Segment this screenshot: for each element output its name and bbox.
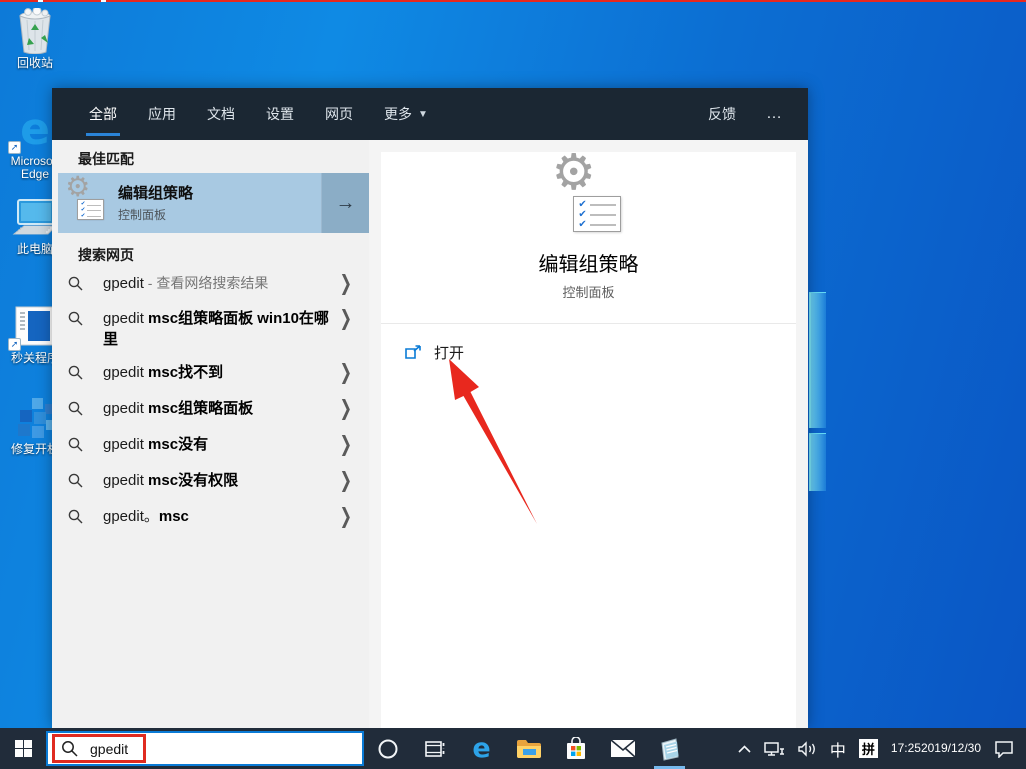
file-explorer-button[interactable] bbox=[505, 728, 552, 769]
taskbar: gpedit e 中 拼 17:25 2019/12/30 bbox=[0, 728, 1026, 769]
group-policy-icon: ⚙ ✔ ✔ ✔ bbox=[65, 170, 104, 221]
notepad-active-app-button[interactable] bbox=[646, 728, 693, 769]
chevron-right-icon: ❯ bbox=[340, 504, 353, 528]
notepad-icon bbox=[658, 737, 682, 761]
mail-envelope-icon bbox=[609, 739, 636, 758]
gear-icon: ⚙ bbox=[65, 169, 91, 203]
shortcut-arrow-icon: ➚ bbox=[8, 338, 21, 351]
desktop-icon-label: 回收站 bbox=[16, 56, 53, 70]
tab-documents[interactable]: 文档 bbox=[196, 88, 246, 140]
search-tabs-bar: 全部 应用 文档 设置 网页 更多 ▼ 反馈 … bbox=[52, 88, 808, 140]
preview-subtitle: 控制面板 bbox=[562, 285, 615, 300]
folder-icon bbox=[516, 738, 542, 760]
search-flyout-panel: 全部 应用 文档 设置 网页 更多 ▼ 反馈 … 最佳匹配 ⚙ ✔ ✔ ✔ 编辑… bbox=[52, 88, 808, 728]
web-search-header: 搜索网页 bbox=[78, 247, 134, 263]
best-match-title: 编辑组策略 bbox=[118, 184, 194, 202]
tab-all[interactable]: 全部 bbox=[78, 88, 128, 140]
wallpaper-light-beam bbox=[809, 433, 826, 491]
search-suggestion[interactable]: gpedit - 查看网络搜索结果 ❯ bbox=[52, 273, 369, 294]
start-button[interactable] bbox=[0, 728, 46, 769]
search-suggestion[interactable]: gpedit msc组策略面板 ❯ bbox=[52, 398, 369, 419]
search-suggestion[interactable]: gpedit msc没有权限 ❯ bbox=[52, 470, 369, 491]
best-match-header: 最佳匹配 bbox=[78, 151, 134, 167]
search-icon bbox=[68, 509, 83, 524]
chevron-right-icon: ❯ bbox=[340, 360, 353, 384]
preview-pane: ⚙ ✔ ✔ ✔ 编辑组策略 控制面板 打开 bbox=[369, 140, 808, 728]
windows-logo-icon bbox=[14, 740, 32, 757]
clock-time: 17:25 bbox=[890, 741, 921, 755]
right-arrow-icon: → bbox=[335, 191, 356, 214]
annotation-red-box bbox=[52, 734, 146, 763]
search-icon bbox=[68, 473, 83, 488]
edge-taskbar-button[interactable]: e bbox=[458, 728, 505, 769]
chevron-right-icon: ❯ bbox=[340, 306, 353, 330]
tab-settings[interactable]: 设置 bbox=[255, 88, 305, 140]
search-icon bbox=[68, 437, 83, 452]
network-icon[interactable] bbox=[764, 740, 785, 757]
mail-button[interactable] bbox=[599, 728, 646, 769]
best-match-result-gpedit[interactable]: ⚙ ✔ ✔ ✔ 编辑组策略 控制面板 → bbox=[58, 170, 369, 233]
taskbar-search-input[interactable]: gpedit bbox=[46, 731, 364, 766]
desktop-icon-recycle-bin[interactable]: 回收站 bbox=[2, 8, 68, 70]
annotation-red-line-gap bbox=[101, 0, 106, 2]
chevron-down-icon: ▼ bbox=[418, 108, 428, 120]
cortana-button[interactable] bbox=[364, 728, 411, 769]
edge-icon: e bbox=[472, 733, 491, 764]
search-icon bbox=[68, 311, 83, 326]
task-view-button[interactable] bbox=[411, 728, 458, 769]
chevron-right-icon: ❯ bbox=[340, 432, 353, 456]
expand-result-arrow-button[interactable]: → bbox=[321, 173, 369, 233]
annotation-red-line-gap bbox=[38, 0, 43, 2]
tab-more[interactable]: 更多 ▼ bbox=[373, 88, 439, 140]
microsoft-store-button[interactable] bbox=[552, 728, 599, 769]
checklist-icon: ✔ ✔ ✔ bbox=[573, 195, 621, 232]
recycle-bin-icon bbox=[2, 8, 68, 54]
shortcut-arrow-icon: ➚ bbox=[8, 141, 21, 154]
ime-language-indicator[interactable]: 中 bbox=[830, 737, 846, 761]
ime-mode-indicator[interactable]: 拼 bbox=[858, 739, 878, 758]
search-icon bbox=[68, 276, 83, 291]
tab-web[interactable]: 网页 bbox=[314, 88, 364, 140]
checklist-icon: ✔ ✔ ✔ bbox=[77, 199, 104, 220]
chevron-right-icon: ❯ bbox=[340, 271, 353, 295]
options-ellipsis-button[interactable]: … bbox=[766, 105, 784, 123]
tray-expand-chevron[interactable] bbox=[738, 744, 751, 753]
volume-icon[interactable] bbox=[798, 740, 817, 757]
action-center-icon[interactable] bbox=[994, 740, 1014, 758]
annotation-red-line bbox=[0, 0, 1026, 2]
search-icon bbox=[68, 401, 83, 416]
divider bbox=[381, 323, 796, 324]
search-suggestion[interactable]: gpedit msc没有 ❯ bbox=[52, 434, 369, 455]
gear-icon: ⚙ bbox=[551, 142, 597, 201]
feedback-button[interactable]: 反馈 bbox=[708, 104, 736, 124]
clock-date: 2019/12/30 bbox=[920, 741, 981, 755]
clock[interactable]: 17:25 2019/12/30 bbox=[891, 741, 981, 756]
cortana-circle-icon bbox=[377, 738, 399, 760]
preview-title: 编辑组策略 bbox=[538, 254, 639, 276]
tab-apps[interactable]: 应用 bbox=[137, 88, 187, 140]
search-suggestion[interactable]: gpedit msc找不到 ❯ bbox=[52, 362, 369, 383]
chevron-right-icon: ❯ bbox=[340, 396, 353, 420]
open-action-label: 打开 bbox=[434, 345, 465, 362]
open-external-icon bbox=[405, 345, 422, 360]
chevron-right-icon: ❯ bbox=[340, 468, 353, 492]
search-suggestion[interactable]: gpedit。msc ❯ bbox=[52, 506, 369, 527]
task-view-icon bbox=[424, 739, 446, 759]
search-icon bbox=[68, 365, 83, 380]
best-match-subtitle: 控制面板 bbox=[118, 207, 167, 222]
open-action[interactable]: 打开 bbox=[405, 342, 464, 363]
search-suggestion[interactable]: gpedit msc组策略面板 win10在哪里 ❯ bbox=[52, 308, 369, 350]
store-bag-icon bbox=[564, 736, 588, 761]
wallpaper-light-beam bbox=[809, 292, 826, 428]
search-results-list: 最佳匹配 ⚙ ✔ ✔ ✔ 编辑组策略 控制面板 → 搜索网页 gpedit - … bbox=[52, 140, 369, 728]
group-policy-icon-large: ⚙ ✔ ✔ ✔ bbox=[552, 143, 621, 234]
